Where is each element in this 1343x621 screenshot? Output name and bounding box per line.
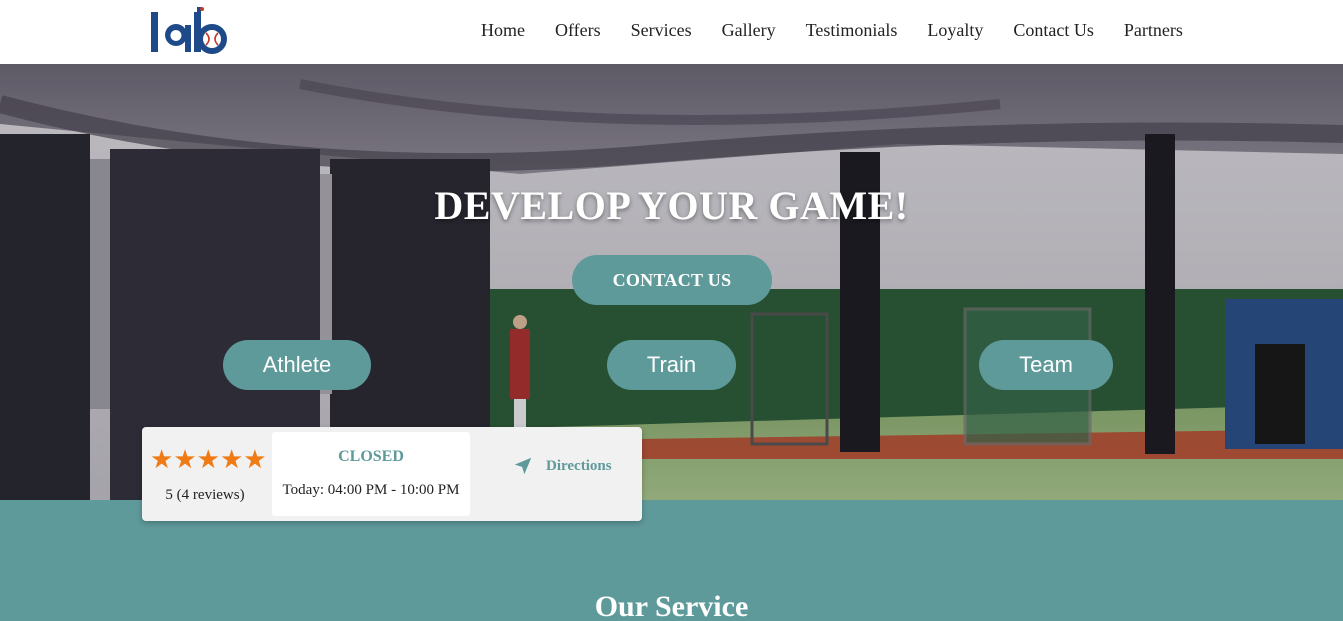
train-button[interactable]: Train [607, 340, 736, 390]
main-nav: Home Offers Services Gallery Testimonial… [466, 18, 1198, 42]
star-icon: ★ [150, 445, 174, 475]
navigation-arrow-icon [514, 457, 532, 475]
star-icon: ★ [243, 445, 267, 475]
star-icon: ★ [219, 445, 244, 475]
reviews-count[interactable]: 5 (4 reviews) [142, 487, 268, 504]
nav-partners[interactable]: Partners [1109, 18, 1198, 42]
directions-link[interactable]: Directions [512, 455, 612, 477]
nav-testimonials[interactable]: Testimonials [791, 18, 913, 42]
nav-services[interactable]: Services [616, 18, 707, 42]
rating-block: ★ ★ ★ ★ ★ 5 (4 reviews) [142, 427, 268, 521]
site-header: Home Offers Services Gallery Testimonial… [0, 0, 1343, 64]
star-icon: ★ [196, 445, 220, 475]
contact-us-button[interactable]: CONTACT US [572, 255, 772, 305]
team-button[interactable]: Team [979, 340, 1113, 390]
logo-icon [151, 7, 227, 54]
hero-title: DEVELOP YOUR GAME! [434, 183, 909, 228]
nav-offers[interactable]: Offers [540, 18, 616, 42]
star-icon: ★ [173, 445, 197, 475]
site-logo[interactable] [148, 6, 228, 56]
open-status: CLOSED [338, 448, 404, 465]
section-title: Our Service [594, 590, 749, 621]
star-rating: ★ ★ ★ ★ ★ [150, 447, 267, 473]
opening-hours-block: CLOSED Today: 04:00 PM - 10:00 PM [272, 432, 470, 516]
nav-gallery[interactable]: Gallery [707, 18, 791, 42]
athlete-button[interactable]: Athlete [223, 340, 371, 390]
nav-contact-us[interactable]: Contact Us [998, 18, 1109, 42]
directions-label: Directions [546, 457, 612, 474]
nav-loyalty[interactable]: Loyalty [912, 18, 998, 42]
nav-home[interactable]: Home [466, 18, 540, 42]
business-info-card: ★ ★ ★ ★ ★ 5 (4 reviews) CLOSED Today: 04… [142, 427, 642, 521]
today-hours: Today: 04:00 PM - 10:00 PM [282, 482, 460, 498]
